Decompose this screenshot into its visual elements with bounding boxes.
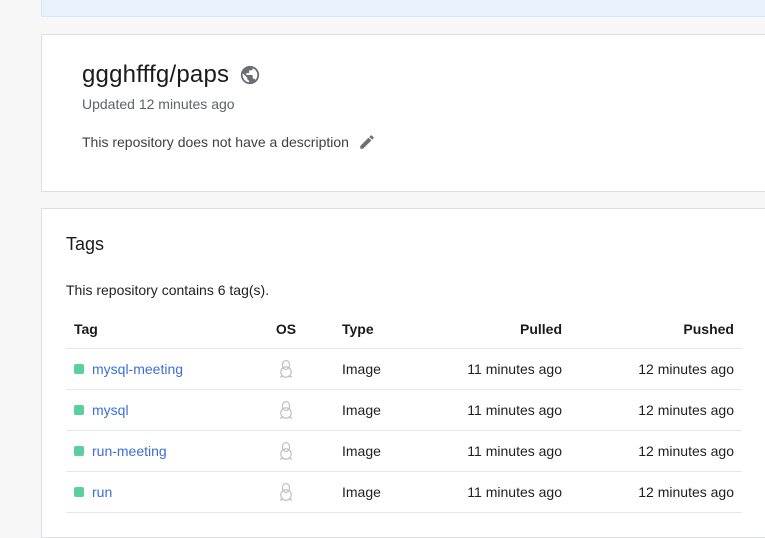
- table-row: run Image 11 minutes ago 12 minutes ago: [66, 472, 742, 513]
- description-row: This repository does not have a descript…: [82, 133, 376, 151]
- os-cell: [271, 431, 301, 471]
- repository-title: ggghfffg/paps: [82, 61, 230, 88]
- linux-icon: [278, 441, 294, 461]
- linux-icon: [278, 400, 294, 420]
- tag-cell: run: [74, 472, 112, 512]
- repository-title-row: ggghfffg/paps: [82, 61, 261, 89]
- type-cell: Image: [342, 361, 381, 377]
- repository-description: This repository does not have a descript…: [82, 134, 349, 150]
- status-dot: [74, 364, 84, 374]
- pulled-cell: 11 minutes ago: [467, 484, 562, 500]
- status-dot: [74, 446, 84, 456]
- tags-count-text: This repository contains 6 tag(s).: [66, 282, 270, 298]
- os-cell: [271, 472, 301, 512]
- updated-timestamp: Updated 12 minutes ago: [82, 96, 235, 112]
- pushed-cell: 12 minutes ago: [638, 443, 734, 459]
- repository-header-card: ggghfffg/paps Updated 12 minutes ago Thi…: [41, 34, 765, 192]
- pulled-cell: 11 minutes ago: [467, 361, 562, 377]
- pulled-cell: 11 minutes ago: [467, 443, 562, 459]
- edit-pencil-icon[interactable]: [358, 133, 376, 151]
- tag-link[interactable]: mysql-meeting: [92, 361, 183, 377]
- tag-cell: mysql: [74, 390, 129, 430]
- status-dot: [74, 487, 84, 497]
- status-dot: [74, 405, 84, 415]
- tags-table: Tag OS Type Pulled Pushed mysql-meeting …: [66, 309, 742, 513]
- os-cell: [271, 349, 301, 389]
- type-cell: Image: [342, 402, 381, 418]
- info-banner: [41, 0, 765, 17]
- table-header-row: Tag OS Type Pulled Pushed: [66, 309, 742, 349]
- tag-cell: run-meeting: [74, 431, 167, 471]
- column-header-tag[interactable]: Tag: [74, 309, 98, 348]
- tags-heading: Tags: [66, 234, 105, 254]
- tag-cell: mysql-meeting: [74, 349, 183, 389]
- linux-icon: [278, 482, 294, 502]
- pulled-cell: 11 minutes ago: [467, 402, 562, 418]
- type-cell: Image: [342, 484, 381, 500]
- linux-icon: [278, 359, 294, 379]
- table-row: mysql Image 11 minutes ago 12 minutes ag…: [66, 390, 742, 431]
- pushed-cell: 12 minutes ago: [638, 402, 734, 418]
- tag-link[interactable]: run: [92, 484, 112, 500]
- pushed-cell: 12 minutes ago: [638, 361, 734, 377]
- column-header-os: OS: [275, 320, 297, 337]
- tags-card: Tags This repository contains 6 tag(s). …: [41, 208, 765, 538]
- globe-icon: [239, 64, 261, 86]
- column-header-type[interactable]: Type: [342, 309, 374, 348]
- type-cell: Image: [342, 443, 381, 459]
- pushed-cell: 12 minutes ago: [638, 484, 734, 500]
- column-header-pulled[interactable]: Pulled: [520, 309, 562, 348]
- column-header-pushed[interactable]: Pushed: [683, 309, 734, 348]
- tag-link[interactable]: mysql: [92, 402, 129, 418]
- os-cell: [271, 390, 301, 430]
- table-row: run-meeting Image 11 minutes ago 12 minu…: [66, 431, 742, 472]
- tag-link[interactable]: run-meeting: [92, 443, 167, 459]
- table-row: mysql-meeting Image 11 minutes ago 12 mi…: [66, 349, 742, 390]
